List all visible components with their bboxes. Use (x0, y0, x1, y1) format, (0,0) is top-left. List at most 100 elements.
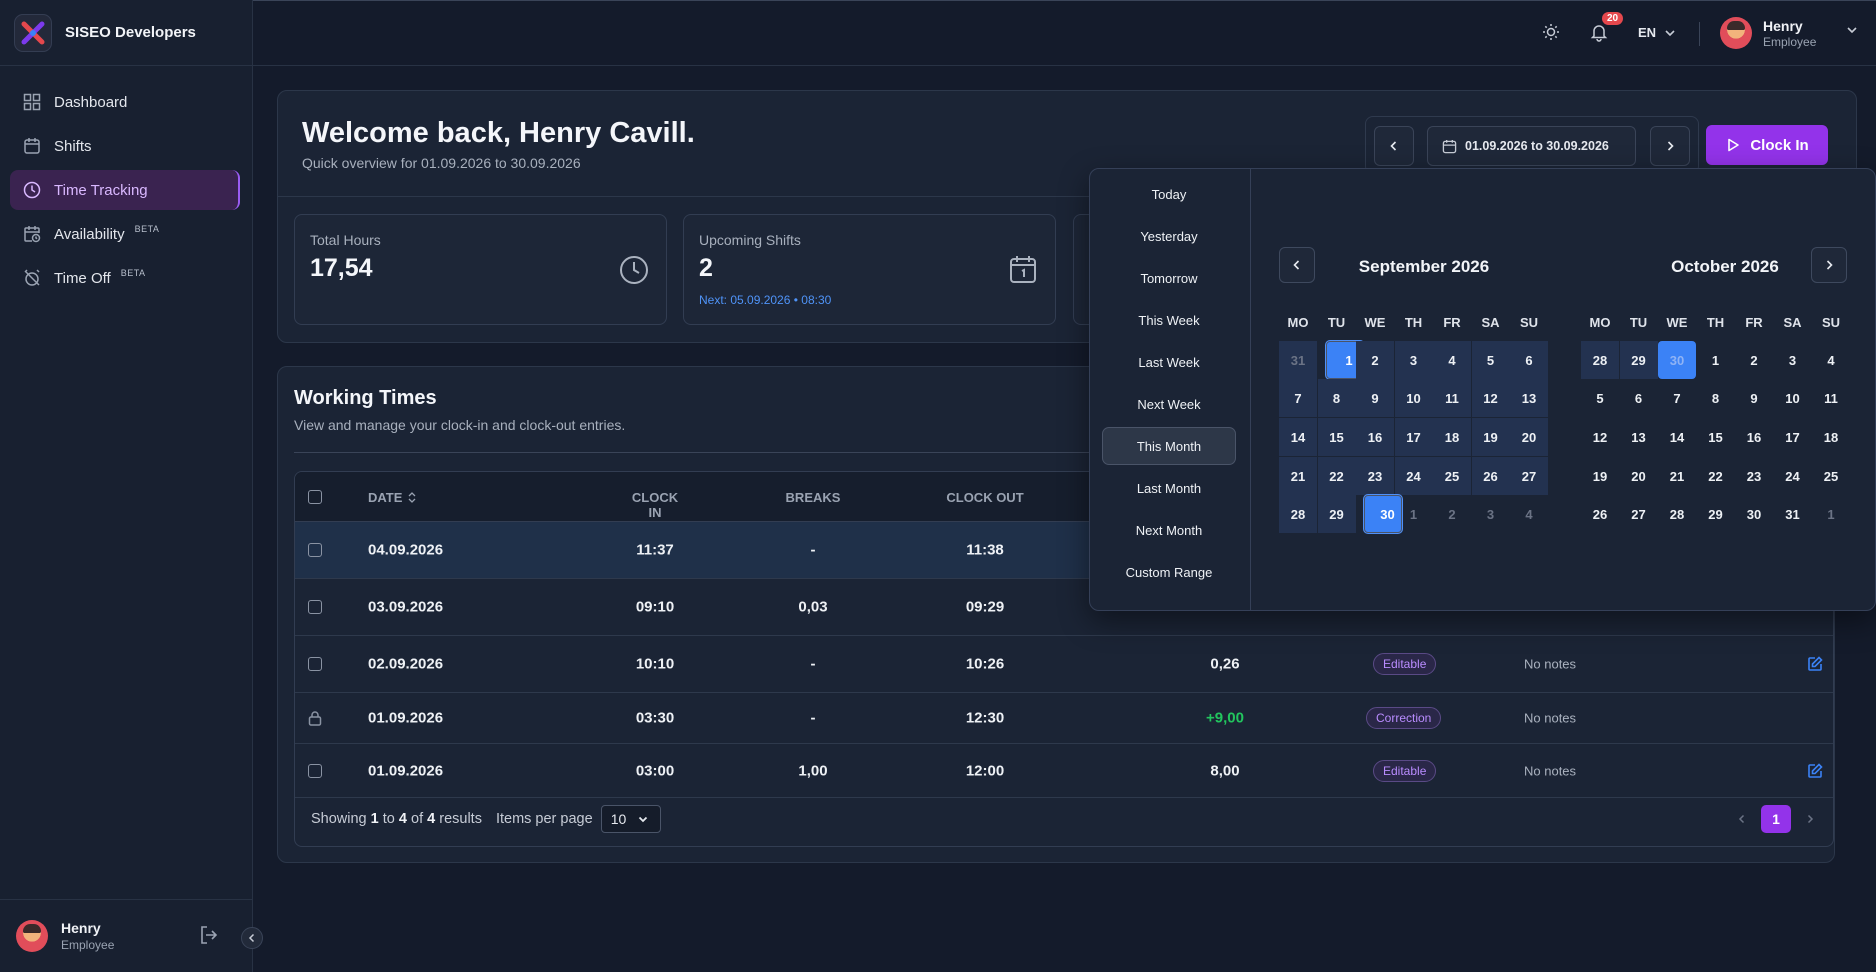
sun-icon[interactable] (1541, 22, 1561, 47)
sidebar-item-shifts[interactable]: Shifts (10, 126, 240, 166)
row-checkbox[interactable] (308, 763, 322, 778)
calendar-day[interactable]: 28 (1581, 341, 1619, 379)
calendar-day[interactable]: 17 (1394, 418, 1433, 456)
calendar-day[interactable]: 1 (1697, 341, 1735, 379)
calendar-day[interactable]: 21 (1658, 457, 1696, 495)
collapse-sidebar-button[interactable] (241, 927, 263, 949)
logout-icon[interactable] (198, 924, 220, 951)
calendar-day[interactable]: 4 (1433, 341, 1471, 379)
calendar-day[interactable]: 12 (1471, 379, 1510, 417)
calendar-day[interactable]: 18 (1433, 418, 1471, 456)
calendar-day[interactable]: 5 (1471, 341, 1510, 379)
calendar-day[interactable]: 9 (1356, 379, 1394, 417)
sidebar-item-availability[interactable]: Availability BETA (10, 214, 240, 254)
calendar-day[interactable]: 31 (1774, 495, 1812, 533)
calendar-day[interactable]: 24 (1394, 457, 1433, 495)
calendar-day[interactable]: 18 (1812, 418, 1850, 456)
calendar-day[interactable]: 2 (1735, 341, 1773, 379)
calendar-day[interactable]: 7 (1658, 379, 1696, 417)
calendar-day[interactable]: 16 (1735, 418, 1773, 456)
calendar-day[interactable]: 23 (1735, 457, 1773, 495)
calendar-day[interactable]: 2 (1433, 495, 1471, 533)
calendar-day[interactable]: 13 (1620, 418, 1658, 456)
calendar-day[interactable]: 31 (1279, 341, 1317, 379)
calendar-day[interactable]: 17 (1774, 418, 1812, 456)
clock-in-button[interactable]: Clock In (1706, 125, 1828, 165)
calendar-day[interactable]: 10 (1394, 379, 1433, 417)
calendar-day[interactable]: 19 (1471, 418, 1510, 456)
page-button[interactable]: 1 (1761, 805, 1791, 833)
calendar-day[interactable]: 20 (1510, 418, 1548, 456)
calendar-day[interactable]: 8 (1697, 379, 1735, 417)
calendar-day[interactable]: 3 (1472, 495, 1510, 533)
items-per-page-select[interactable]: 10 (600, 805, 661, 833)
preset-next-month[interactable]: Next Month (1102, 511, 1236, 549)
calendar-day[interactable]: 15 (1317, 418, 1356, 456)
calendar-day[interactable]: 25 (1812, 457, 1850, 495)
previous-period-button[interactable] (1374, 126, 1414, 166)
preset-yesterday[interactable]: Yesterday (1102, 217, 1236, 255)
calendar-day[interactable]: 20 (1620, 457, 1658, 495)
calendar-day[interactable]: 1 (1812, 495, 1850, 533)
sidebar-item-dashboard[interactable]: Dashboard (10, 82, 240, 122)
calendar-day[interactable]: 21 (1279, 457, 1317, 495)
preset-last-month[interactable]: Last Month (1102, 469, 1236, 507)
calendar-day[interactable]: 28 (1658, 495, 1696, 533)
calendar-day[interactable]: 26 (1471, 457, 1510, 495)
sidebar-item-time-off[interactable]: Time Off BETA (10, 258, 240, 298)
preset-custom-range[interactable]: Custom Range (1102, 553, 1236, 591)
calendar-day[interactable]: 4 (1510, 495, 1548, 533)
calendar-day[interactable]: 4 (1812, 341, 1850, 379)
table-row[interactable]: 02.09.2026 10:10 - 10:26 0,26 Editable N… (295, 636, 1833, 693)
calendar-day[interactable]: 30 (1735, 495, 1773, 533)
calendar-day[interactable]: 27 (1510, 457, 1548, 495)
calendar-day[interactable]: 14 (1279, 418, 1317, 456)
edit-icon[interactable] (1807, 656, 1823, 677)
language-select[interactable]: EN (1638, 25, 1676, 40)
calendar-day[interactable]: 29 (1697, 495, 1735, 533)
calendar-day[interactable]: 5 (1581, 379, 1619, 417)
calendar-day[interactable]: 13 (1510, 379, 1548, 417)
preset-today[interactable]: Today (1102, 175, 1236, 213)
calendar-day[interactable]: 6 (1510, 341, 1548, 379)
calendar-day[interactable]: 29 (1619, 341, 1658, 379)
select-all-checkbox[interactable] (308, 490, 322, 504)
calendar-day[interactable]: 22 (1697, 457, 1735, 495)
table-row[interactable]: 01.09.2026 03:30 - 12:30 +9,00 Correctio… (295, 693, 1833, 744)
table-row[interactable]: 01.09.2026 03:00 1,00 12:00 8,00 Editabl… (295, 744, 1833, 798)
calendar-day[interactable]: 12 (1581, 418, 1619, 456)
calendar-day[interactable]: 29 (1317, 495, 1356, 533)
date-range-button[interactable]: 01.09.2026 to 30.09.2026 (1427, 126, 1636, 166)
next-month-button[interactable] (1811, 247, 1847, 283)
chevron-right-icon[interactable] (1805, 814, 1815, 824)
date-column-header[interactable]: DATE (368, 490, 416, 505)
calendar-day[interactable]: 3 (1774, 341, 1812, 379)
user-menu[interactable]: Henry Employee (1720, 17, 1858, 49)
row-checkbox[interactable] (308, 657, 322, 671)
calendar-day[interactable]: 24 (1774, 457, 1812, 495)
edit-icon[interactable] (1807, 763, 1823, 784)
calendar-day[interactable]: 16 (1356, 418, 1394, 456)
calendar-day[interactable]: 28 (1279, 495, 1317, 533)
calendar-day[interactable]: 3 (1394, 341, 1433, 379)
next-period-button[interactable] (1650, 126, 1690, 166)
calendar-day[interactable]: 23 (1356, 457, 1394, 495)
preset-this-month[interactable]: This Month (1102, 427, 1236, 465)
calendar-day[interactable]: 14 (1658, 418, 1696, 456)
calendar-day[interactable]: 7 (1279, 379, 1317, 417)
row-checkbox[interactable] (308, 543, 322, 557)
calendar-day[interactable]: 26 (1581, 495, 1619, 533)
preset-tomorrow[interactable]: Tomorrow (1102, 259, 1236, 297)
preset-last-week[interactable]: Last Week (1102, 343, 1236, 381)
calendar-day[interactable]: 15 (1697, 418, 1735, 456)
calendar-day[interactable]: 27 (1620, 495, 1658, 533)
calendar-day[interactable]: 11 (1812, 379, 1850, 417)
calendar-day[interactable]: 8 (1317, 379, 1356, 417)
calendar-day[interactable]: 25 (1433, 457, 1471, 495)
sidebar-item-time-tracking[interactable]: Time Tracking (10, 170, 240, 210)
calendar-day[interactable]: 2 (1356, 341, 1394, 379)
preset-this-week[interactable]: This Week (1102, 301, 1236, 339)
chevron-left-icon[interactable] (1737, 814, 1747, 824)
preset-next-week[interactable]: Next Week (1102, 385, 1236, 423)
brand[interactable]: SISEO Developers (0, 0, 252, 66)
